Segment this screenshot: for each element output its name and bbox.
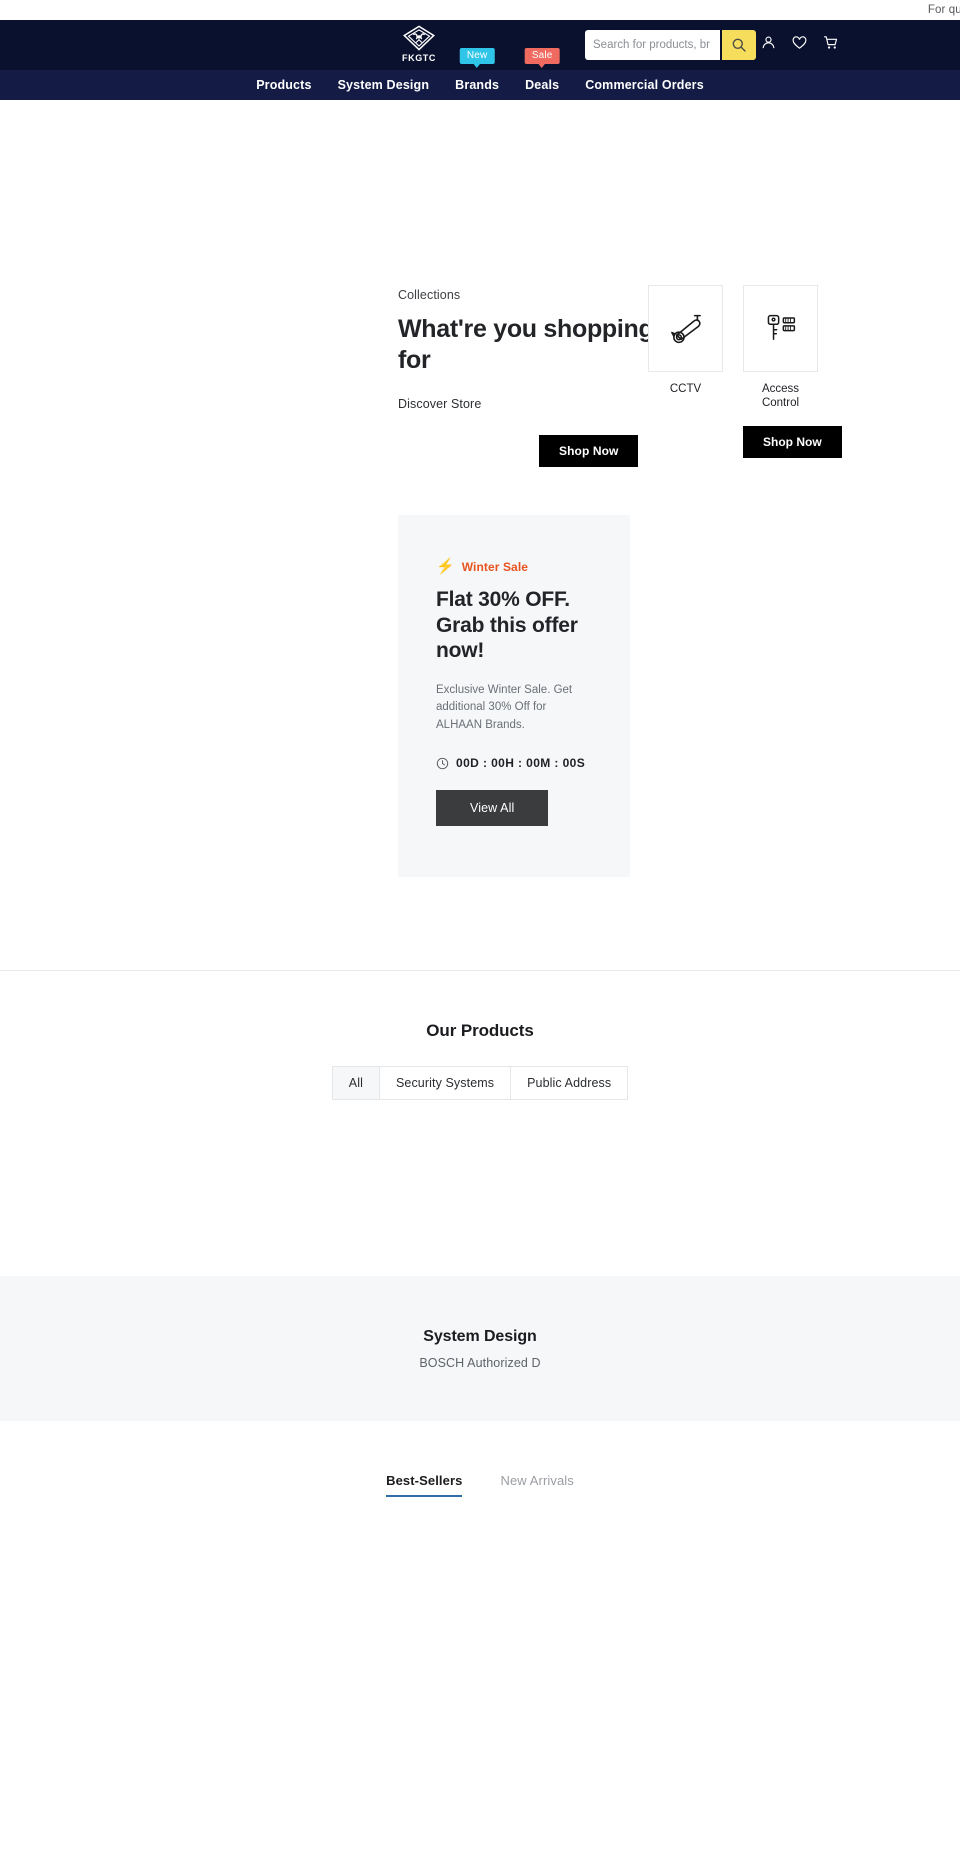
search-bar[interactable] bbox=[585, 30, 756, 60]
hero-eyebrow: Collections bbox=[398, 288, 461, 302]
promo-kicker: ⚡ Winter Sale bbox=[436, 559, 594, 574]
nav-item-system-design[interactable]: System Design bbox=[338, 70, 430, 100]
tab-best-sellers[interactable]: Best-Sellers bbox=[386, 1473, 463, 1497]
promo-kicker-label: Winter Sale bbox=[461, 559, 529, 574]
nav-label-system-design: System Design bbox=[337, 78, 430, 92]
hero-section: Collections What're you shopping for Dis… bbox=[0, 100, 960, 515]
our-products-title: Our Products bbox=[426, 1021, 534, 1040]
nav-item-commercial-orders[interactable]: Commercial Orders bbox=[585, 70, 704, 100]
promo-countdown: 00D : 00H : 00M : 00S bbox=[436, 756, 594, 770]
system-design-subtitle: BOSCH Authorized D bbox=[419, 1356, 541, 1370]
winter-sale-promo-card: ⚡ Winter Sale Flat 30% OFF. Grab this of… bbox=[398, 515, 630, 877]
category-label-cctv: CCTV bbox=[669, 383, 702, 395]
search-input[interactable] bbox=[585, 30, 720, 60]
hero-subtitle: Discover Store bbox=[398, 397, 482, 411]
filter-tab-all[interactable]: All bbox=[332, 1067, 380, 1099]
cctv-camera-icon bbox=[670, 314, 701, 343]
promo-description: Exclusive Winter Sale. Get additional 30… bbox=[436, 683, 573, 731]
access-control-key-icon bbox=[767, 314, 795, 340]
nav-label-brands: Brands bbox=[455, 78, 500, 92]
category-card-access-control[interactable]: Access Control Shop Now bbox=[743, 285, 842, 458]
primary-navigation: Products System Design New Brands Sale D… bbox=[0, 48, 960, 100]
user-account-icon[interactable] bbox=[760, 34, 777, 51]
nav-badge-sale: Sale bbox=[524, 48, 560, 64]
system-design-title: System Design bbox=[423, 1328, 537, 1345]
category-tile-cctv[interactable] bbox=[648, 285, 723, 372]
shield-monogram-logo-icon bbox=[403, 25, 435, 51]
featured-products-tabs-section: Best-Sellers New Arrivals bbox=[0, 1421, 960, 1571]
nav-label-products: Products bbox=[256, 78, 312, 92]
search-icon bbox=[732, 38, 746, 52]
lightning-bolt-icon: ⚡ bbox=[436, 558, 455, 575]
our-products-section: Our Products All Security Systems Public… bbox=[0, 971, 960, 1276]
filter-tab-security-systems[interactable]: Security Systems bbox=[379, 1067, 512, 1099]
countdown-value: 00D : 00H : 00M : 00S bbox=[456, 756, 586, 771]
header-icon-group bbox=[760, 34, 839, 51]
shopping-cart-icon[interactable] bbox=[822, 34, 839, 51]
nav-label-deals: Deals bbox=[525, 78, 560, 92]
category-label-access-control: Access Control bbox=[761, 383, 800, 410]
category-shop-now-access-control[interactable]: Shop Now bbox=[743, 425, 842, 458]
promo-title: Flat 30% OFF. Grab this offer now! bbox=[436, 588, 578, 663]
logo-wordmark: FKGTC bbox=[402, 53, 436, 63]
featured-tabs: Best-Sellers New Arrivals bbox=[0, 1473, 960, 1497]
category-card-cctv[interactable]: CCTV Shop Now bbox=[648, 285, 723, 458]
announcement-bar: For queries (+971) 56 812 06 bbox=[0, 0, 960, 20]
hero-shop-now-button[interactable]: Shop Now bbox=[539, 435, 639, 467]
system-design-band: System Design BOSCH Authorized D bbox=[0, 1276, 960, 1421]
product-filter-tabs: All Security Systems Public Address bbox=[0, 1066, 960, 1100]
wishlist-heart-icon[interactable] bbox=[791, 34, 808, 51]
site-logo[interactable]: FKGTC bbox=[390, 25, 448, 63]
promo-section: ⚡ Winter Sale Flat 30% OFF. Grab this of… bbox=[0, 515, 960, 970]
nav-label-commercial-orders: Commercial Orders bbox=[585, 78, 704, 92]
category-tile-access-control[interactable] bbox=[743, 285, 818, 372]
hero-category-carousel: CCTV Shop Now bbox=[648, 285, 842, 458]
nav-item-brands[interactable]: New Brands bbox=[455, 48, 500, 100]
nav-item-deals[interactable]: Sale Deals bbox=[524, 48, 560, 100]
hero-copy-block: Collections What're you shopping for Dis… bbox=[398, 288, 658, 467]
clock-icon bbox=[436, 757, 449, 769]
queries-phone-text: For queries (+971) 56 812 06 bbox=[927, 4, 960, 16]
nav-badge-new: New bbox=[459, 48, 495, 64]
search-submit-button[interactable] bbox=[722, 30, 756, 60]
tab-new-arrivals[interactable]: New Arrivals bbox=[500, 1473, 573, 1497]
filter-tab-public-address[interactable]: Public Address bbox=[511, 1067, 628, 1099]
hero-title: What're you shopping for bbox=[398, 315, 654, 374]
nav-item-products[interactable]: Products bbox=[256, 70, 311, 100]
promo-view-all-button[interactable]: View All bbox=[436, 790, 549, 827]
